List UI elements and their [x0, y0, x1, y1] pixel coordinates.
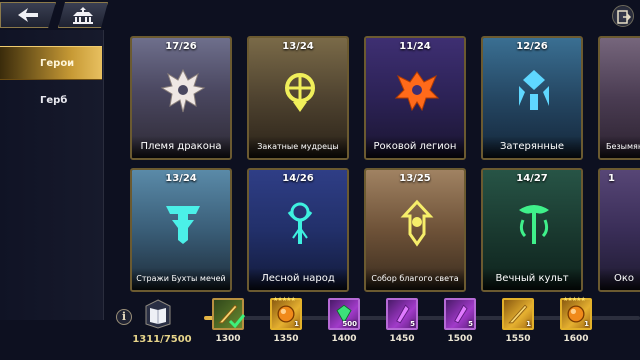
home-button[interactable] — [58, 2, 108, 28]
back-button[interactable] — [0, 2, 56, 28]
forest-emblem-icon — [287, 202, 313, 244]
faction-card-sunset-sages[interactable]: 13/24 Закатные мудрецы — [247, 36, 349, 160]
sidebar: Герои Герб — [0, 30, 104, 320]
reward-quantity: 5 — [468, 320, 473, 328]
light-emblem-icon — [400, 199, 434, 247]
dragon-emblem-icon — [160, 68, 206, 113]
reward-slot[interactable]: ★★★★★ 1 — [270, 296, 302, 330]
reward-threshold: 1400 — [331, 334, 357, 344]
reward-threshold: 1300 — [215, 334, 241, 344]
faction-name: Затерянные — [483, 136, 581, 158]
sages-emblem-icon — [285, 73, 315, 112]
faction-count: 13/24 — [282, 41, 314, 52]
faction-card-forest-folk[interactable]: 14/26 Лесной народ — [247, 168, 349, 292]
book-icon — [145, 299, 171, 329]
reward-quantity: 5 — [410, 320, 415, 328]
reward-slot[interactable]: 5 — [444, 298, 476, 330]
faction-count: 14/26 — [282, 173, 314, 184]
faction-count: 17/26 — [165, 41, 197, 52]
faction-name: Лесной народ — [249, 268, 347, 290]
back-arrow-icon — [18, 8, 38, 22]
reward-threshold: 1500 — [447, 334, 473, 344]
faction-card-cathedral-of-light[interactable]: 13/25 Собор благого света — [364, 168, 466, 292]
info-icon[interactable]: i — [116, 309, 132, 325]
reward-slot[interactable]: 1 — [502, 298, 534, 330]
cult-emblem-icon — [519, 205, 549, 244]
lost-emblem-icon — [519, 70, 549, 110]
faction-card-eye[interactable]: 1 Око — [598, 168, 640, 292]
progress-text: 1311/7500 — [132, 334, 192, 345]
sidebar-item-heroes[interactable]: Герои — [0, 46, 102, 80]
faction-count: 12/26 — [516, 41, 548, 52]
reward-slot[interactable]: 500 — [328, 298, 360, 330]
reward-threshold: 1600 — [563, 334, 589, 344]
faction-count: 11/24 — [399, 41, 431, 52]
reward-slot[interactable]: 5 — [386, 298, 418, 330]
reward-quantity: 1 — [526, 320, 531, 328]
faction-count: 13/25 — [399, 173, 431, 184]
faction-count: 14/27 — [516, 173, 548, 184]
faction-name: Око — [600, 268, 640, 290]
faction-name: Закатные мудрецы — [249, 136, 347, 158]
faction-name: Стражи Бухты мечей — [132, 268, 230, 290]
reward-threshold: 1350 — [273, 334, 299, 344]
sidebar-item-label: Герб — [40, 95, 68, 106]
faction-name: Племя дракона — [132, 136, 230, 158]
faction-count: 13/24 — [165, 173, 197, 184]
faction-name: Безымянные — [600, 136, 640, 158]
reward-threshold: 1450 — [389, 334, 415, 344]
reward-quantity: 1 — [294, 320, 299, 328]
exit-button[interactable] — [612, 5, 634, 27]
exit-icon — [617, 10, 631, 24]
faction-name: Вечный культ — [483, 268, 581, 290]
top-bar — [0, 0, 640, 30]
faction-card-eternal-cult[interactable]: 14/27 Вечный культ — [481, 168, 583, 292]
faction-grid: 17/26 Племя дракона 13/24 Закатные мудре… — [110, 30, 640, 300]
reward-quantity: 500 — [342, 320, 357, 328]
sidebar-item-label: Герои — [40, 58, 75, 69]
faction-card-dragon-tribe[interactable]: 17/26 Племя дракона — [130, 36, 232, 160]
collection-progress: i 1311/7500 1300 ★★★★★ 1 1350 500 1400 5 1450 5 1… — [104, 292, 640, 360]
reward-quantity: 1 — [584, 320, 589, 328]
temple-icon — [73, 7, 93, 24]
check-icon — [228, 314, 246, 329]
legion-emblem-icon — [394, 71, 440, 112]
faction-card-doom-legion[interactable]: 11/24 Роковой легион — [364, 36, 466, 160]
sidebar-item-crest[interactable]: Герб — [0, 84, 102, 118]
faction-card-sword-cove-guards[interactable]: 13/24 Стражи Бухты мечей — [130, 168, 232, 292]
faction-name: Собор благого света — [366, 268, 464, 290]
reward-threshold: 1550 — [505, 334, 531, 344]
faction-card-lost-ones[interactable]: 12/26 Затерянные — [481, 36, 583, 160]
faction-count: 1 — [608, 173, 615, 184]
reward-slot[interactable] — [212, 298, 246, 330]
faction-name: Роковой легион — [366, 136, 464, 158]
reward-stars: ★★★★★ — [273, 296, 296, 303]
reward-stars: ★★★★★ — [563, 296, 586, 303]
reward-slot[interactable]: ★★★★★ 1 — [560, 296, 592, 330]
guards-emblem-icon — [166, 206, 200, 244]
faction-card-nameless[interactable]: Безымянные — [598, 36, 640, 160]
